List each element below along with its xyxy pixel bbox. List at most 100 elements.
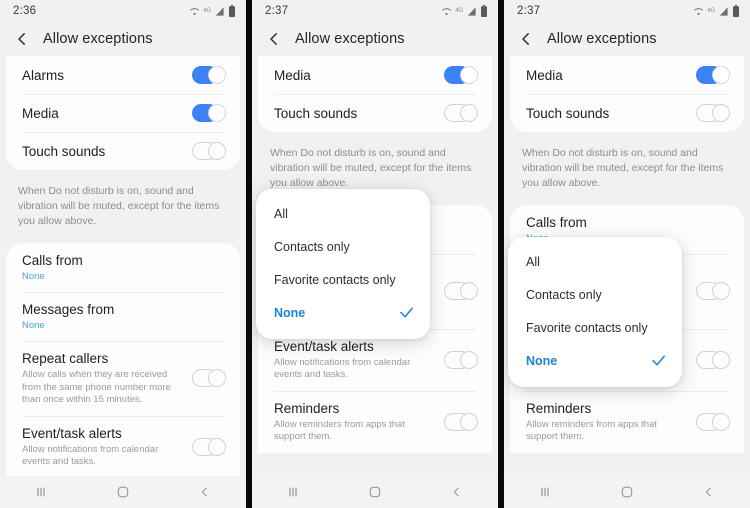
toggle-touch-sounds[interactable] <box>696 104 730 122</box>
row-media[interactable]: Media <box>6 94 240 132</box>
status-bar: 2:36 4G <box>0 0 246 22</box>
row-subtitle: Allow notifications from calendar events… <box>22 443 159 468</box>
back-arrow-icon[interactable] <box>12 29 32 49</box>
toggle-reminders[interactable] <box>444 412 478 431</box>
row-media[interactable]: Media <box>510 56 744 94</box>
row-subtitle: Allow reminders from apps that support t… <box>274 418 405 443</box>
helper-text: When Do not disturb is on, sound and vib… <box>522 147 724 189</box>
status-clock: 2:37 <box>517 5 541 17</box>
row-texts: Calls from None <box>22 243 226 292</box>
signal-bars-icon <box>466 6 477 17</box>
row-title: Reminders <box>526 400 592 416</box>
row-texts: Repeat callers Allow calls when they are … <box>22 341 184 416</box>
network-type-icon: 4G <box>203 8 211 14</box>
row-reminders[interactable]: Reminders Allow reminders from apps that … <box>510 390 744 453</box>
title-bar: Allow exceptions <box>252 22 498 56</box>
panel-2: 2:37 4G Allow exceptions Media Touch sounds W… <box>252 0 498 508</box>
toggle-knob <box>460 350 478 369</box>
row-title: Alarms <box>22 67 65 83</box>
row-touch-sounds[interactable]: Touch sounds <box>6 132 240 170</box>
toggle-event-task-alerts[interactable] <box>696 350 730 369</box>
toggle-knob <box>208 437 226 456</box>
toggle-repeat-callers[interactable] <box>192 369 226 388</box>
row-touch-sounds[interactable]: Touch sounds <box>510 94 744 132</box>
three-panel-screenshot-strip: 2:36 4G Allow exceptions Alarms Media Touch s… <box>0 0 750 508</box>
toggle-knob <box>208 369 226 388</box>
row-title: Media <box>22 105 59 121</box>
dropdown-option-none[interactable]: None <box>256 296 430 329</box>
row-repeat-callers[interactable]: Repeat callers Allow calls when they are … <box>6 341 240 416</box>
filters-card: Calls from None Messages from None Repeat ca… <box>6 243 240 478</box>
home-button[interactable] <box>355 479 395 505</box>
row-subtitle: Allow calls when they are received from … <box>22 369 171 405</box>
back-arrow-icon[interactable] <box>516 29 536 49</box>
toggle-media[interactable] <box>696 66 730 84</box>
toggle-knob <box>712 104 730 122</box>
row-title: Media <box>274 67 311 83</box>
row-reminders[interactable]: Reminders Allow reminders from apps that … <box>258 390 492 453</box>
home-button[interactable] <box>607 479 647 505</box>
row-texts: Messages from None <box>22 292 226 341</box>
back-button[interactable] <box>185 479 225 505</box>
row-event-task-alerts[interactable]: Event/task alerts Allow notifications fro… <box>6 415 240 478</box>
row-title: Reminders <box>274 400 340 416</box>
wifi-icon <box>189 6 200 17</box>
toggle-event-task-alerts[interactable] <box>192 437 226 456</box>
row-title: Touch sounds <box>274 105 358 121</box>
toggle-repeat-callers[interactable] <box>444 282 478 301</box>
toggle-repeat-callers[interactable] <box>696 282 730 301</box>
network-type-icon: 4G <box>707 8 715 14</box>
status-bar: 2:37 4G <box>252 0 498 22</box>
dropdown-option-none[interactable]: None <box>508 344 682 377</box>
dropdown-option-all[interactable]: All <box>256 197 430 230</box>
dropdown-option-label: Contacts only <box>526 287 602 302</box>
row-alarms[interactable]: Alarms <box>6 56 240 94</box>
toggle-event-task-alerts[interactable] <box>444 350 478 369</box>
dropdown-option-label: Contacts only <box>274 239 350 254</box>
dropdown-option-favorite-contacts-only[interactable]: Favorite contacts only <box>256 263 430 296</box>
toggle-knob <box>712 282 730 301</box>
toggle-media[interactable] <box>444 66 478 84</box>
recent-apps-button[interactable] <box>525 479 565 505</box>
back-button[interactable] <box>689 479 729 505</box>
recent-apps-button[interactable] <box>273 479 313 505</box>
dropdown-option-contacts-only[interactable]: Contacts only <box>256 230 430 263</box>
page-title: Allow exceptions <box>43 31 153 47</box>
home-button[interactable] <box>103 479 143 505</box>
page-title: Allow exceptions <box>295 31 405 47</box>
dropdown-calls-from-options[interactable]: All Contacts only Favorite contacts only No… <box>508 237 682 387</box>
toggle-alarms[interactable] <box>192 66 226 84</box>
signal-bars-icon <box>718 6 729 17</box>
navigation-bar <box>504 476 750 508</box>
toggle-reminders[interactable] <box>696 412 730 431</box>
dropdown-option-all[interactable]: All <box>508 245 682 278</box>
recent-apps-button[interactable] <box>21 479 61 505</box>
row-texts: Touch sounds <box>274 96 436 131</box>
row-subtitle: Allow notifications from calendar events… <box>274 356 411 381</box>
row-calls-from[interactable]: Calls from None <box>6 243 240 292</box>
row-texts: Media <box>274 58 436 93</box>
row-title: Event/task alerts <box>274 338 374 354</box>
row-touch-sounds[interactable]: Touch sounds <box>258 94 492 132</box>
battery-icon <box>228 5 236 17</box>
title-bar: Allow exceptions <box>0 22 246 56</box>
toggle-knob <box>460 66 478 84</box>
row-subtitle: Allow reminders from apps that support t… <box>526 418 657 443</box>
back-arrow-icon[interactable] <box>264 29 284 49</box>
toggle-knob <box>208 66 226 84</box>
toggle-touch-sounds[interactable] <box>192 142 226 160</box>
check-icon <box>398 304 416 322</box>
battery-icon <box>732 5 740 17</box>
dropdown-option-favorite-contacts-only[interactable]: Favorite contacts only <box>508 311 682 344</box>
dropdown-calls-from-options[interactable]: All Contacts only Favorite contacts only No… <box>256 189 430 339</box>
toggle-media[interactable] <box>192 104 226 122</box>
toggle-touch-sounds[interactable] <box>444 104 478 122</box>
toggle-knob <box>460 104 478 122</box>
dropdown-option-contacts-only[interactable]: Contacts only <box>508 278 682 311</box>
row-value: None <box>22 271 45 282</box>
row-messages-from[interactable]: Messages from None <box>6 292 240 341</box>
toggle-knob <box>208 104 226 122</box>
row-media[interactable]: Media <box>258 56 492 94</box>
navigation-bar <box>0 476 246 508</box>
back-button[interactable] <box>437 479 477 505</box>
